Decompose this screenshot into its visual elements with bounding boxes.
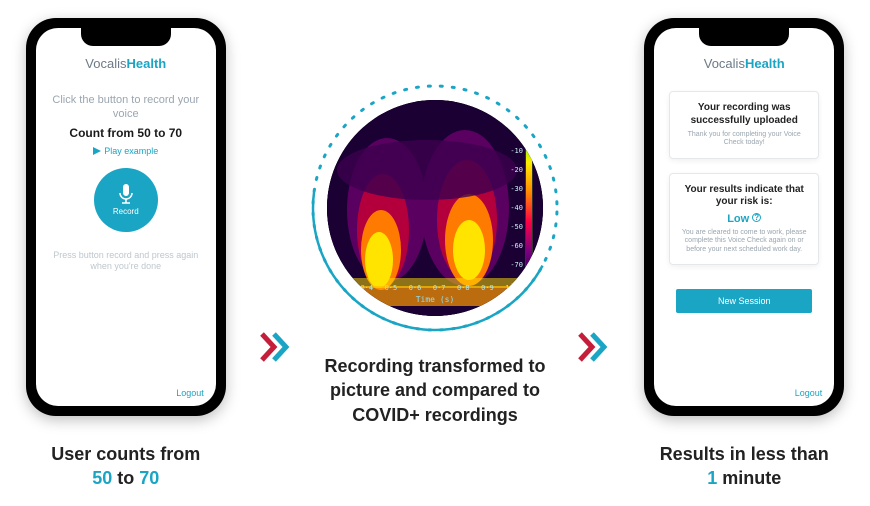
risk-level: Low ? xyxy=(678,213,810,225)
step-3-column: VocalisHealth Your recording was success… xyxy=(618,18,870,491)
record-hint: Press button record and press again when… xyxy=(50,250,202,273)
app-brand: VocalisHealth xyxy=(85,56,166,71)
new-session-button[interactable]: New Session xyxy=(676,289,812,313)
microphone-icon xyxy=(117,183,135,205)
step-3-caption: Results in less than 1 minute xyxy=(660,442,829,491)
play-icon xyxy=(93,147,101,155)
phone-mockup-right: VocalisHealth Your recording was success… xyxy=(644,18,844,416)
count-instruction: Count from 50 to 70 xyxy=(69,126,182,140)
arrow-right-2 xyxy=(578,332,610,367)
logout-link[interactable]: Logout xyxy=(795,388,823,398)
risk-result-card: Your results indicate that your risk is:… xyxy=(669,173,819,265)
step-1-column: VocalisHealth Click the button to record… xyxy=(0,18,252,491)
risk-result-title: Your results indicate that your risk is: xyxy=(678,184,810,209)
colorbar-ticks: 0 -10 -20 -30 -40 -50 -60 -70 -80 xyxy=(510,128,523,288)
arrow-right-1 xyxy=(260,332,292,367)
instruction-text: Click the button to record your voice xyxy=(50,93,202,122)
step-1-caption: User counts from 50 to 70 xyxy=(51,442,200,491)
colorbar xyxy=(525,132,533,282)
step-2-caption: Recording transformed to picture and com… xyxy=(315,354,555,427)
phone-mockup-left: VocalisHealth Click the button to record… xyxy=(26,18,226,416)
upload-success-title: Your recording was successfully uploaded xyxy=(678,102,810,127)
phone-notch xyxy=(81,28,171,46)
phone-notch xyxy=(699,28,789,46)
upload-success-card: Your recording was successfully uploaded… xyxy=(669,91,819,159)
play-example-link[interactable]: Play example xyxy=(93,146,158,156)
spectrogram-circle: 0·4 0·5 0·6 0·7 0·8 0·9 1 Time (s) 0 -10… xyxy=(305,78,565,338)
info-icon[interactable]: ? xyxy=(752,213,761,222)
app-brand: VocalisHealth xyxy=(704,56,785,71)
step-2-column: 0·4 0·5 0·6 0·7 0·8 0·9 1 Time (s) 0 -10… xyxy=(300,18,571,427)
logout-link[interactable]: Logout xyxy=(176,388,204,398)
risk-result-sub: You are cleared to come to work, please … xyxy=(678,229,810,254)
x-axis-label: Time (s) xyxy=(416,295,455,304)
upload-success-sub: Thank you for completing your Voice Chec… xyxy=(678,131,810,148)
record-button[interactable]: Record xyxy=(94,168,158,232)
